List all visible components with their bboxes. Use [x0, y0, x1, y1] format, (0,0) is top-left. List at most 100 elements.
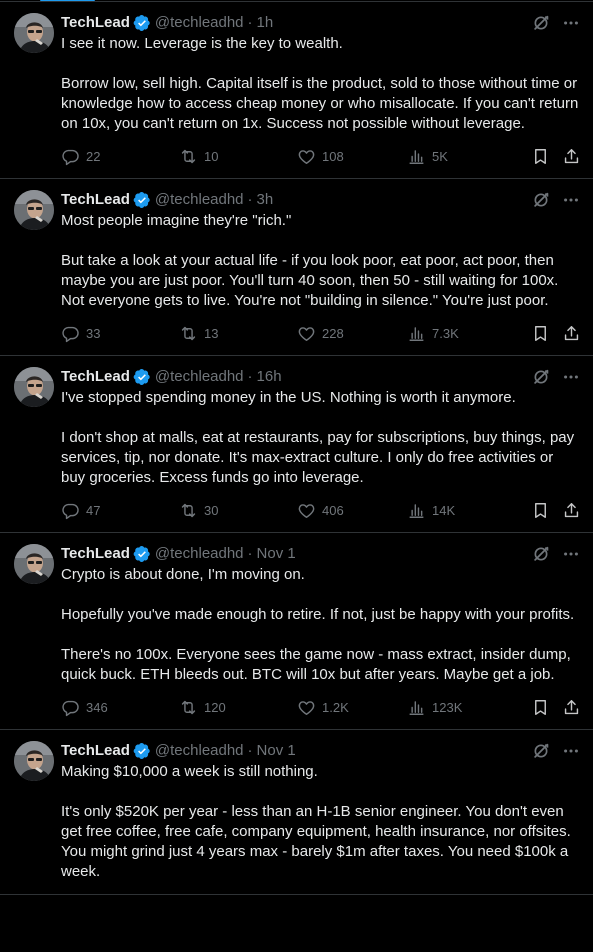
more-icon[interactable]: [561, 367, 581, 387]
more-icon[interactable]: [561, 190, 581, 210]
tweet-text: Most people imagine they're "rich." But t…: [61, 211, 581, 311]
like-button[interactable]: 1.2K: [297, 698, 407, 717]
repost-count: 120: [204, 699, 226, 715]
author-name[interactable]: TechLead: [61, 366, 130, 388]
reply-icon: [61, 324, 80, 343]
views-button[interactable]: 7.3K: [407, 324, 525, 343]
more-icon[interactable]: [561, 544, 581, 564]
like-count: 228: [322, 325, 344, 341]
verified-badge-icon: [133, 742, 151, 760]
repost-button[interactable]: 30: [179, 501, 297, 520]
grok-icon[interactable]: [531, 544, 551, 564]
more-icon[interactable]: [561, 13, 581, 33]
repost-icon: [179, 147, 198, 166]
reply-count: 346: [86, 699, 108, 715]
share-icon: [562, 698, 581, 717]
views-icon: [407, 501, 426, 520]
like-button[interactable]: 406: [297, 501, 407, 520]
verified-badge-icon: [133, 368, 151, 386]
tweet[interactable]: TechLead @techleadhd · 1h I see it now. Leve…: [0, 2, 593, 179]
author-handle[interactable]: @techleadhd: [155, 189, 244, 211]
heart-icon: [297, 501, 316, 520]
reply-button[interactable]: 346: [61, 698, 179, 717]
view-count: 5K: [432, 148, 448, 164]
author-handle[interactable]: @techleadhd: [155, 543, 244, 565]
reply-button[interactable]: 33: [61, 324, 179, 343]
timestamp[interactable]: Nov 1: [257, 740, 296, 762]
views-button[interactable]: 123K: [407, 698, 525, 717]
tweet-paragraph: Most people imagine they're "rich.": [61, 212, 292, 229]
timestamp[interactable]: 1h: [257, 12, 274, 34]
tweet-actions: 22 10 108 5K: [61, 146, 581, 166]
tweet-text: I see it now. Leverage is the key to wea…: [61, 34, 581, 134]
tweet-text: Crypto is about done, I'm moving on. Hope…: [61, 565, 581, 685]
tweet-paragraph: I don't shop at malls, eat at restaurant…: [61, 429, 579, 486]
bookmark-button[interactable]: [531, 501, 550, 520]
grok-icon[interactable]: [531, 190, 551, 210]
bookmark-icon: [531, 698, 550, 717]
tweet-paragraph: Making $10,000 a week is still nothing.: [61, 763, 318, 780]
avatar[interactable]: [14, 190, 54, 230]
grok-icon[interactable]: [531, 367, 551, 387]
views-icon: [407, 324, 426, 343]
separator: ·: [247, 545, 253, 562]
tweet[interactable]: TechLead @techleadhd · Nov 1 Making $10,000 …: [0, 730, 593, 895]
tweet[interactable]: TechLead @techleadhd · 16h I've stopped spen…: [0, 356, 593, 533]
like-button[interactable]: 228: [297, 324, 407, 343]
timestamp[interactable]: 16h: [257, 366, 282, 388]
separator: ·: [247, 368, 253, 385]
tweet[interactable]: TechLead @techleadhd · Nov 1 Crypto is about…: [0, 533, 593, 730]
author-handle[interactable]: @techleadhd: [155, 12, 244, 34]
author-name[interactable]: TechLead: [61, 740, 130, 762]
separator: ·: [247, 191, 253, 208]
timestamp[interactable]: 3h: [257, 189, 274, 211]
repost-count: 30: [204, 502, 219, 518]
separator: ·: [247, 14, 253, 31]
more-icon[interactable]: [561, 741, 581, 761]
grok-icon[interactable]: [531, 13, 551, 33]
author-handle[interactable]: @techleadhd: [155, 366, 244, 388]
bookmark-button[interactable]: [531, 324, 550, 343]
like-count: 1.2K: [322, 699, 349, 715]
reply-count: 33: [86, 325, 101, 341]
reply-button[interactable]: 47: [61, 501, 179, 520]
tweet-header: TechLead @techleadhd · 3h: [61, 189, 581, 211]
share-button[interactable]: [562, 324, 581, 343]
timestamp[interactable]: Nov 1: [257, 543, 296, 565]
avatar[interactable]: [14, 544, 54, 584]
like-button[interactable]: 108: [297, 147, 407, 166]
heart-icon: [297, 324, 316, 343]
repost-button[interactable]: 10: [179, 147, 297, 166]
reply-button[interactable]: 22: [61, 147, 179, 166]
tweet-paragraph: Borrow low, sell high. Capital itself is…: [61, 75, 583, 132]
avatar[interactable]: [14, 13, 54, 53]
verified-badge-icon: [133, 14, 151, 32]
repost-count: 13: [204, 325, 219, 341]
tweet-header: TechLead @techleadhd · 1h: [61, 12, 581, 34]
tweet-paragraph: Hopefully you've made enough to retire. …: [61, 606, 575, 623]
avatar[interactable]: [14, 741, 54, 781]
bookmark-button[interactable]: [531, 147, 550, 166]
author-name[interactable]: TechLead: [61, 189, 130, 211]
tweet-header: TechLead @techleadhd · Nov 1: [61, 740, 581, 762]
avatar[interactable]: [14, 367, 54, 407]
author-name[interactable]: TechLead: [61, 543, 130, 565]
tweet[interactable]: TechLead @techleadhd · 3h Most people imagin…: [0, 179, 593, 356]
author-handle[interactable]: @techleadhd: [155, 740, 244, 762]
share-button[interactable]: [562, 698, 581, 717]
views-button[interactable]: 14K: [407, 501, 525, 520]
grok-icon[interactable]: [531, 741, 551, 761]
share-icon: [562, 324, 581, 343]
views-button[interactable]: 5K: [407, 147, 525, 166]
author-name[interactable]: TechLead: [61, 12, 130, 34]
repost-icon: [179, 324, 198, 343]
repost-count: 10: [204, 148, 219, 164]
bookmark-button[interactable]: [531, 698, 550, 717]
share-icon: [562, 147, 581, 166]
like-count: 108: [322, 148, 344, 164]
like-count: 406: [322, 502, 344, 518]
repost-button[interactable]: 13: [179, 324, 297, 343]
repost-button[interactable]: 120: [179, 698, 297, 717]
share-button[interactable]: [562, 501, 581, 520]
share-button[interactable]: [562, 147, 581, 166]
